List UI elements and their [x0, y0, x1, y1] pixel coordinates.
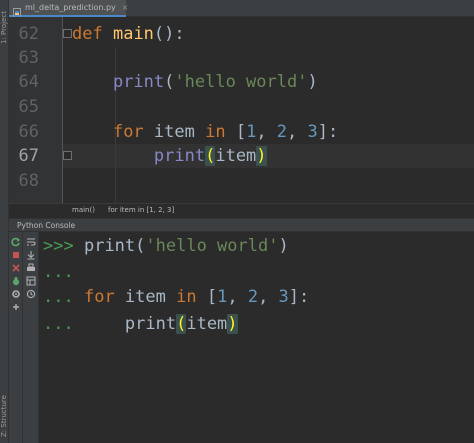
soft-wrap-icon[interactable]	[24, 237, 38, 248]
line-number: 64	[18, 72, 39, 92]
line-number-gutter: 62 63 64 65 66 67 68	[9, 17, 63, 203]
code-line-67: print(item)	[153, 146, 267, 166]
line-number: 63	[18, 48, 39, 68]
line-number: 65	[18, 97, 39, 117]
print-icon[interactable]	[24, 263, 38, 274]
console-prompt: >>>	[43, 236, 74, 256]
close-icon[interactable]	[9, 263, 23, 274]
breadcrumb-item-main[interactable]: main()	[72, 206, 95, 214]
editor-tab-bar: ml_delta_prediction.py ×	[9, 0, 474, 18]
bracket-match: )	[227, 314, 238, 334]
console-toolbar-secondary	[23, 232, 39, 443]
console-line-3: ... for item in [1, 2, 3]:	[43, 287, 310, 307]
tab-ml-delta-prediction[interactable]: ml_delta_prediction.py ×	[9, 0, 129, 18]
python-file-icon	[13, 3, 22, 18]
rerun-icon[interactable]	[9, 237, 23, 248]
close-icon[interactable]: ×	[122, 3, 129, 12]
console-continuation: ...	[43, 262, 74, 282]
breadcrumb-item-for[interactable]: for item in [1, 2, 3]	[108, 206, 174, 214]
line-number: 66	[18, 122, 39, 142]
bracket-match: (	[205, 146, 216, 166]
history-icon[interactable]	[24, 289, 38, 300]
console-toolbar-primary	[9, 232, 23, 443]
code-line-62: def main():	[72, 24, 185, 44]
code-editor[interactable]: 62 63 64 65 66 67 68 def main(): print('…	[9, 17, 474, 203]
bracket-match: (	[176, 314, 187, 334]
scroll-to-end-icon[interactable]	[24, 250, 38, 261]
structure-tool-button[interactable]: Z: Structure	[0, 385, 9, 437]
console-continuation: ...	[43, 314, 74, 334]
code-line-66: for item in [1, 2, 3]:	[112, 122, 339, 142]
left-tool-strip: 1: Project Z: Structure	[0, 0, 9, 443]
bracket-match: )	[256, 146, 267, 166]
project-tool-button[interactable]: 1: Project	[0, 4, 9, 44]
line-number: 62	[18, 24, 39, 44]
fold-marker-icon[interactable]	[63, 151, 72, 160]
console-line-4: ... print(item)	[43, 314, 238, 334]
line-number-current: 67	[18, 146, 39, 166]
console-line-2: ...	[43, 259, 74, 285]
show-variables-icon[interactable]	[24, 276, 38, 287]
python-console-output[interactable]: >>> print('hello world') ... ... for ite…	[39, 232, 474, 443]
breadcrumb: main() for item in [1, 2, 3]	[9, 203, 474, 218]
line-number: 68	[18, 171, 39, 191]
code-line-64: print('hello world')	[112, 72, 318, 92]
stop-icon[interactable]	[9, 250, 23, 261]
add-icon[interactable]	[9, 302, 23, 313]
tab-label: ml_delta_prediction.py	[25, 3, 116, 12]
fold-marker-icon[interactable]	[63, 29, 72, 38]
debug-icon[interactable]	[9, 276, 23, 287]
console-line-1: >>> print('hello world')	[43, 236, 289, 256]
console-title: Python Console	[17, 221, 76, 230]
console-header: Python Console	[9, 218, 474, 232]
settings-icon[interactable]	[9, 289, 23, 300]
console-continuation: ...	[43, 287, 74, 307]
